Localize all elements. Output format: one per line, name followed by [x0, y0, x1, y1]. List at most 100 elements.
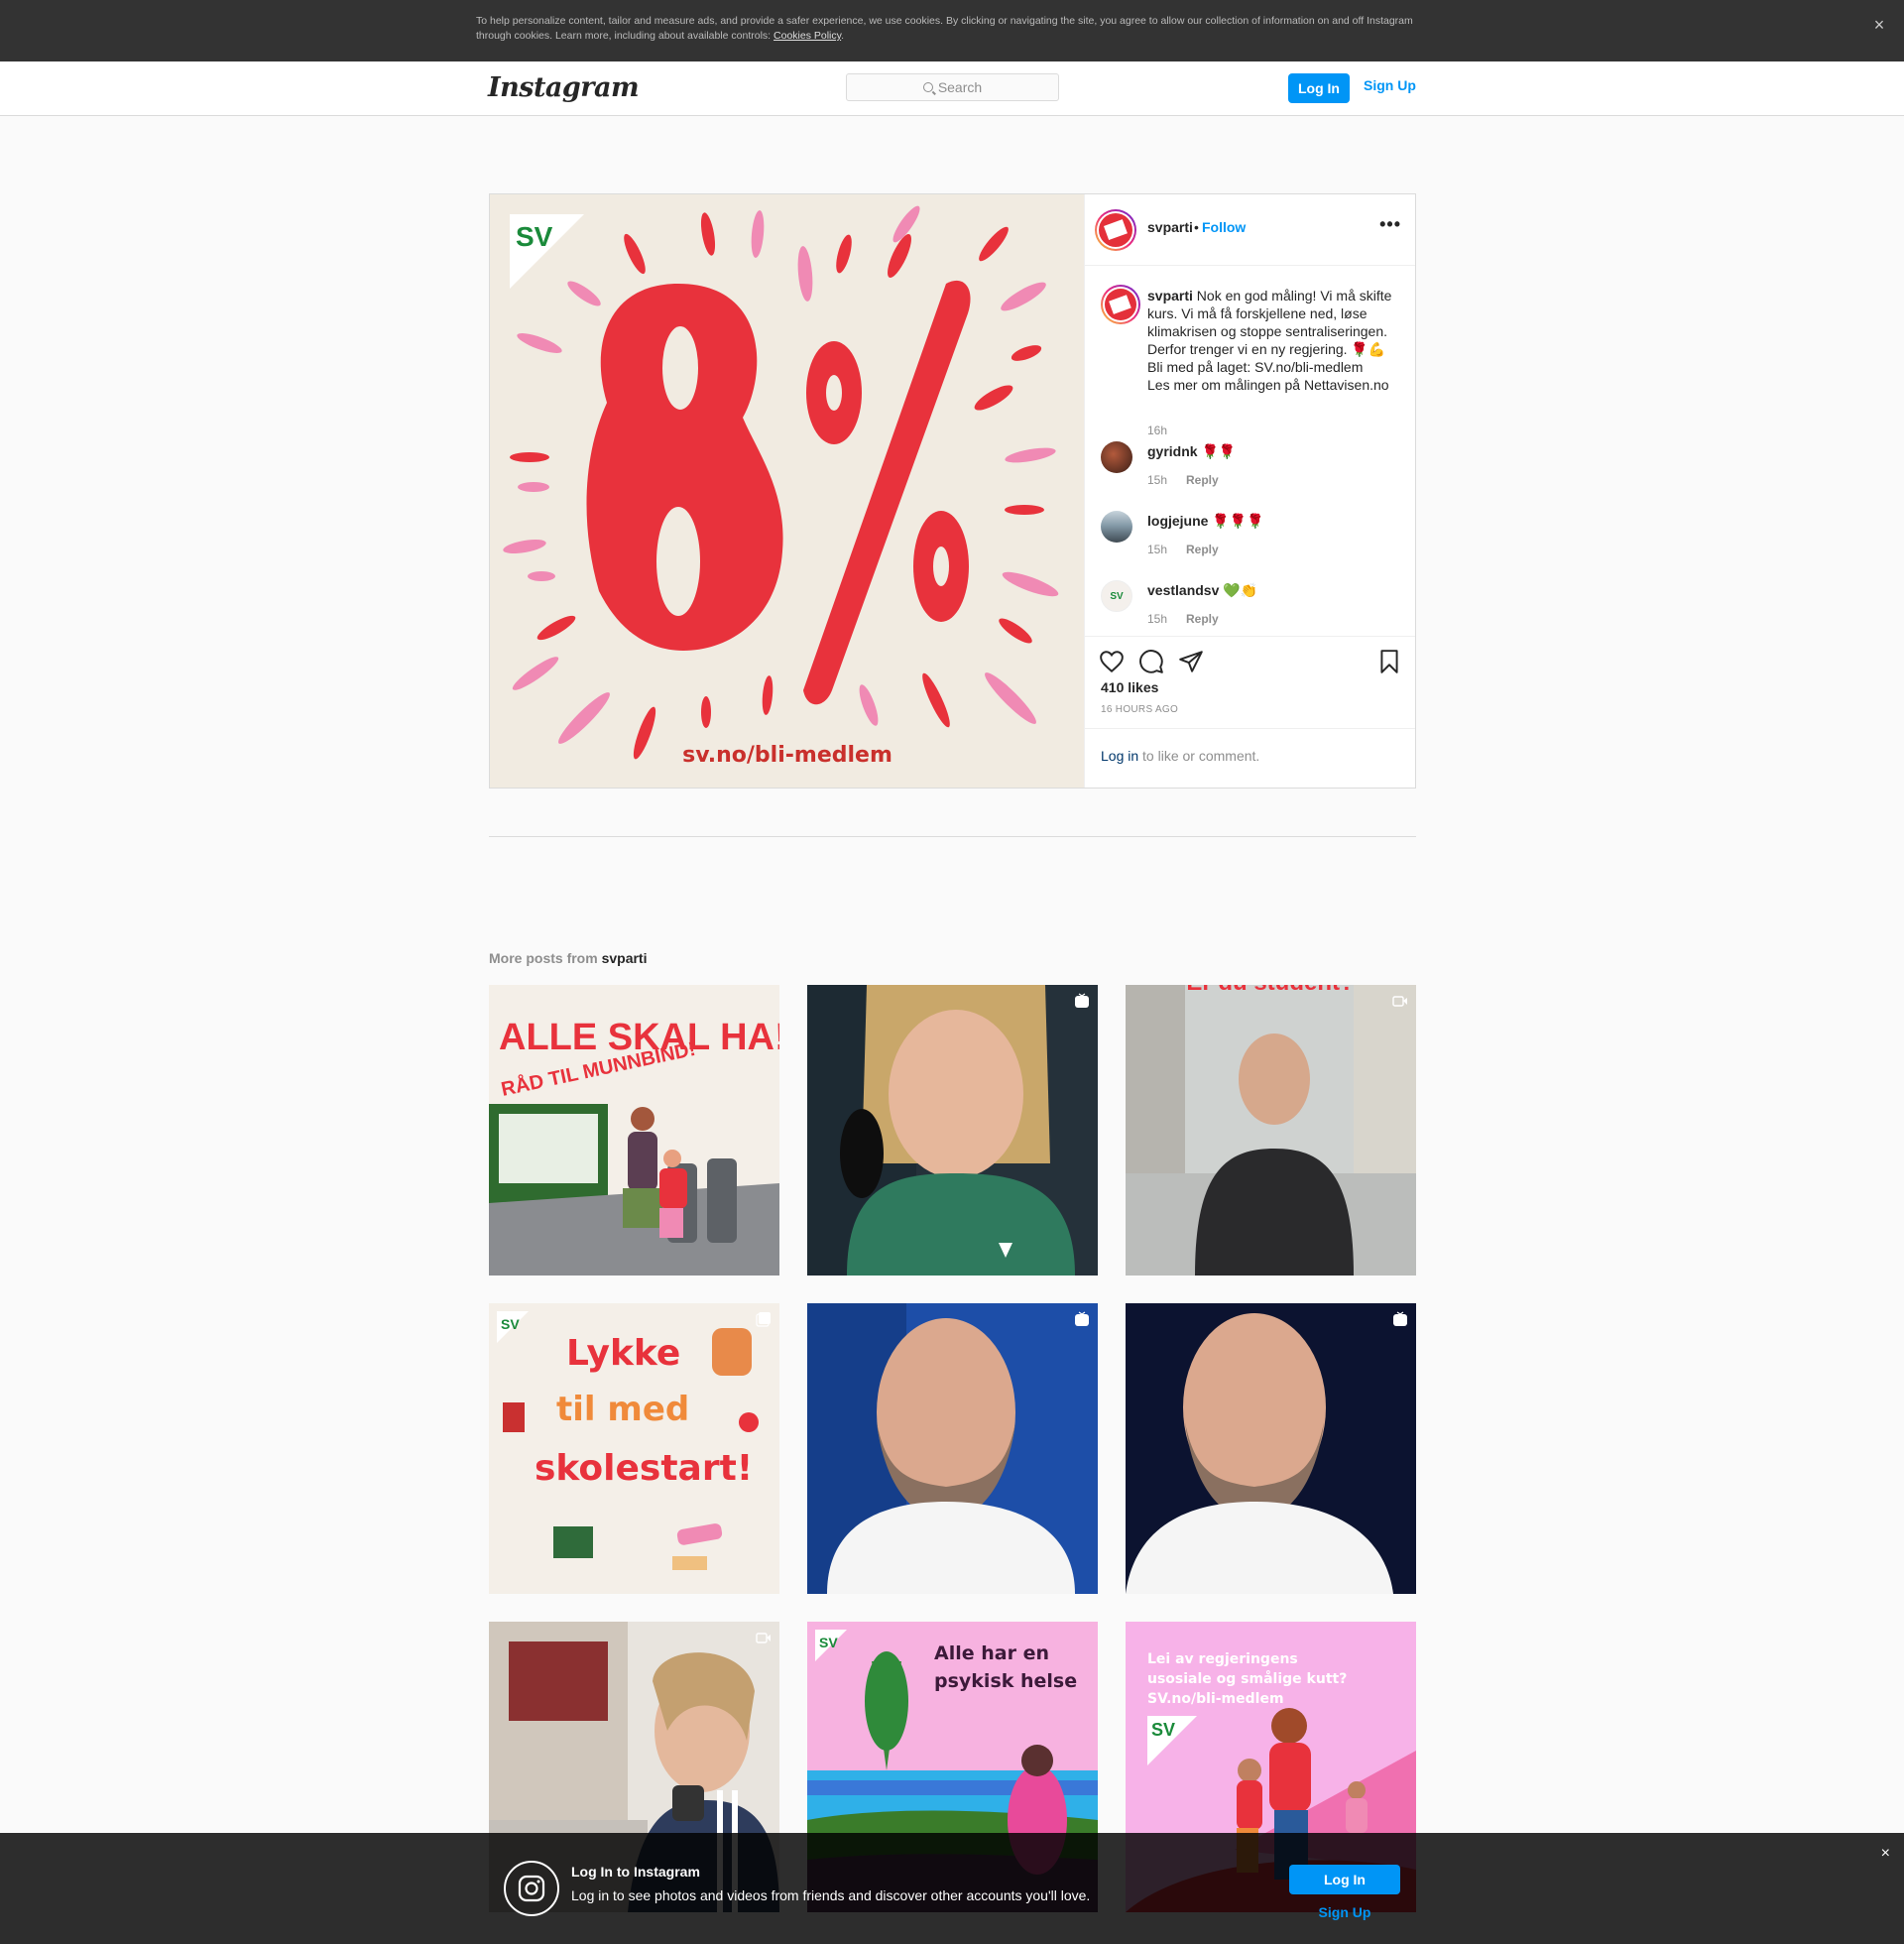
reply-button[interactable]: Reply — [1186, 612, 1219, 626]
grid-post-4-line1: Lykke — [566, 1333, 680, 1374]
cookie-close-icon[interactable]: × — [1868, 14, 1890, 36]
carousel-icon — [756, 1312, 771, 1327]
comment-time[interactable]: 15h — [1147, 473, 1167, 487]
instagram-logo[interactable]: Instagram — [488, 72, 640, 103]
comment-item: gyridnk 🌹🌹 15h Reply — [1101, 441, 1403, 497]
login-button[interactable]: Log In — [1288, 73, 1350, 103]
igtv-icon — [1075, 1311, 1089, 1326]
share-icon[interactable] — [1178, 649, 1204, 674]
post-username[interactable]: svparti — [1147, 219, 1193, 235]
login-to-comment: Log in to like or comment. — [1085, 728, 1415, 788]
grid-post-8-line2: psykisk helse — [934, 1670, 1077, 1692]
post-image[interactable]: SV sv.no/bli-medlem — [490, 194, 1084, 788]
reply-button[interactable]: Reply — [1186, 473, 1219, 487]
caption-timestamp[interactable]: 16h — [1147, 424, 1167, 437]
sv-mini-logo: SV — [1110, 590, 1124, 602]
search-input[interactable]: Search — [846, 73, 1059, 101]
comment-text: vestlandsv 💚👏 — [1147, 582, 1257, 599]
banner-close-icon[interactable]: × — [1881, 1845, 1890, 1863]
search-icon — [922, 82, 933, 92]
sv-logo-small: SV — [501, 1316, 520, 1332]
grid-post-6[interactable] — [1126, 1303, 1416, 1594]
video-icon — [1392, 996, 1407, 1007]
comment-username[interactable]: gyridnk — [1147, 443, 1198, 459]
follow-button[interactable]: Follow — [1202, 219, 1246, 235]
post-sidebar: svparti • Follow ••• svparti Nok en god … — [1084, 194, 1415, 788]
grid-post-4-line3: skolestart! — [535, 1448, 753, 1489]
comment-time[interactable]: 15h — [1147, 612, 1167, 626]
camera-glyph-icon — [518, 1875, 545, 1902]
grid-post-3[interactable]: Er du student? — [1126, 985, 1416, 1276]
grid-post-1[interactable]: ALLE SKAL HA! RÅD TIL MUNNBIND! — [489, 985, 779, 1276]
comment-username[interactable]: vestlandsv — [1147, 582, 1219, 598]
login-rest-text: to like or comment. — [1138, 748, 1260, 764]
igtv-icon — [1075, 993, 1089, 1008]
comment-item: logjejune 🌹🌹🌹 15h Reply — [1101, 511, 1403, 566]
caption-text: svparti Nok en god måling! Vi må skifte … — [1147, 287, 1405, 394]
grid-post-4[interactable]: SV Lykke til med skolestart! — [489, 1303, 779, 1594]
sv-avatar-icon — [1105, 289, 1136, 320]
comment-icon[interactable] — [1138, 649, 1164, 674]
comment-text: gyridnk 🌹🌹 — [1147, 443, 1236, 460]
caption-avatar[interactable] — [1101, 285, 1140, 324]
cookie-message: To help personalize content, tailor and … — [476, 15, 1413, 42]
sv-logo-small: SV — [819, 1635, 838, 1650]
grid-post-9-line2: usosiale og smålige kutt? — [1147, 1670, 1347, 1687]
caption-username[interactable]: svparti — [1147, 288, 1193, 304]
post-card: SV sv.no/bli-medlem svparti • Follow •••… — [489, 193, 1416, 789]
grid-post-3-title: Er du student? — [1186, 985, 1354, 996]
commenter-avatar[interactable] — [1101, 441, 1132, 473]
video-icon — [756, 1633, 771, 1643]
more-options-icon[interactable]: ••• — [1379, 214, 1401, 235]
likes-count[interactable]: 410 likes — [1101, 679, 1158, 695]
reply-button[interactable]: Reply — [1186, 543, 1219, 556]
cookie-text: To help personalize content, tailor and … — [476, 14, 1428, 44]
instagram-glyph-icon — [504, 1861, 559, 1916]
comment-time[interactable]: 15h — [1147, 543, 1167, 556]
separator-dot: • — [1194, 219, 1199, 235]
commenter-avatar[interactable]: SV — [1101, 580, 1132, 612]
post-timestamp[interactable]: 16 HOURS AGO — [1101, 704, 1178, 715]
grid-post-4-graphic: SV Lykke til med skolestart! — [489, 1303, 779, 1594]
grid-post-6-graphic — [1126, 1303, 1416, 1594]
grid-post-3-graphic: Er du student? — [1126, 985, 1416, 1276]
post-header: svparti • Follow ••• — [1085, 194, 1415, 266]
grid-post-5-graphic — [807, 1303, 1098, 1594]
post-image-graphic: SV sv.no/bli-medlem — [490, 194, 1084, 788]
section-divider — [489, 836, 1416, 837]
commenter-avatar[interactable] — [1101, 511, 1132, 543]
more-posts-title: More posts from svparti — [489, 950, 648, 966]
comment-text: logjejune 🌹🌹🌹 — [1147, 513, 1264, 530]
search-placeholder: Search — [937, 79, 983, 95]
banner-title: Log In to Instagram — [571, 1864, 700, 1880]
banner-login-button[interactable]: Log In — [1289, 1865, 1400, 1894]
igtv-icon — [1393, 1311, 1407, 1326]
cookie-banner: To help personalize content, tailor and … — [0, 0, 1904, 61]
sv-logo-small: SV — [1151, 1720, 1175, 1740]
login-banner: Log In to Instagram Log in to see photos… — [0, 1833, 1904, 1944]
avatar[interactable] — [1095, 209, 1136, 251]
bookmark-icon[interactable] — [1376, 649, 1402, 674]
comment-body: 🌹🌹🌹 — [1208, 513, 1264, 529]
comment-username[interactable]: logjejune — [1147, 513, 1208, 529]
more-posts-username[interactable]: svparti — [602, 950, 648, 966]
grid-post-2-graphic — [807, 985, 1098, 1276]
comments-section: svparti Nok en god måling! Vi må skifte … — [1085, 267, 1415, 636]
grid-post-1-graphic: ALLE SKAL HA! RÅD TIL MUNNBIND! — [489, 985, 779, 1276]
grid-post-2[interactable] — [807, 985, 1098, 1276]
heart-icon[interactable] — [1099, 649, 1125, 674]
grid-post-9-line1: Lei av regjeringens — [1147, 1651, 1298, 1667]
comment-item: SV vestlandsv 💚👏 15h Reply — [1101, 580, 1403, 636]
post-image-url: sv.no/bli-medlem — [682, 743, 892, 768]
cookies-policy-link[interactable]: Cookies Policy — [774, 30, 841, 42]
post-actions: 410 likes 16 HOURS AGO — [1085, 636, 1415, 728]
banner-subtitle: Log in to see photos and videos from fri… — [571, 1887, 1091, 1903]
cookie-period: . — [841, 30, 845, 42]
signup-link[interactable]: Sign Up — [1364, 77, 1416, 93]
login-link[interactable]: Log in — [1101, 748, 1138, 764]
grid-post-5[interactable] — [807, 1303, 1098, 1594]
top-nav: Instagram Search Log In Sign Up — [0, 61, 1904, 116]
more-posts-prefix: More posts from — [489, 950, 602, 966]
banner-signup-link[interactable]: Sign Up — [1289, 1904, 1400, 1920]
comment-body: 💚👏 — [1219, 582, 1258, 598]
